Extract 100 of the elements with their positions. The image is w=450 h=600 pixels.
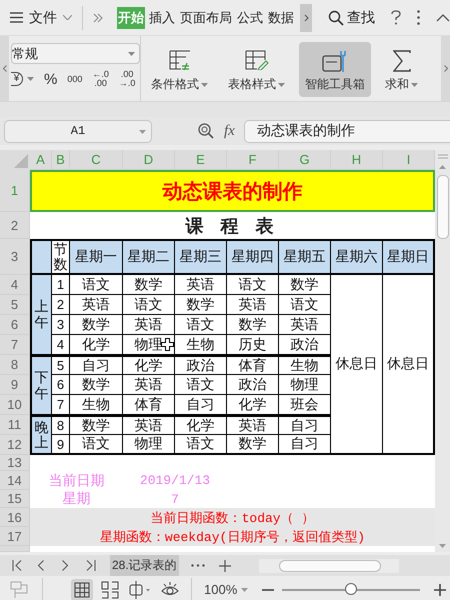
ribbon-tab[interactable]: 页面布局 (179, 6, 233, 28)
column-header[interactable]: B (52, 150, 70, 170)
row-header[interactable]: 11 (0, 415, 30, 435)
column-header[interactable]: G (279, 150, 331, 170)
zoom-slider-thumb[interactable] (345, 582, 358, 594)
more-icon[interactable] (417, 10, 420, 25)
row-header[interactable]: 14 (0, 471, 30, 490)
formula-field[interactable]: 动态课表的制作 (244, 120, 450, 142)
row-header[interactable]: 9 (0, 375, 30, 395)
table-cell: 自习 (279, 435, 331, 455)
previous-sheet-icon[interactable] (38, 560, 44, 571)
row-header[interactable]: 12 (0, 435, 30, 455)
menu-icon[interactable] (10, 12, 23, 23)
row-header[interactable]: 16 (0, 508, 30, 527)
zoom-in-icon[interactable] (434, 584, 446, 596)
row-header[interactable]: 7 (0, 335, 30, 355)
table-style-icon[interactable] (244, 50, 268, 70)
double-chevron-icon[interactable] (93, 12, 103, 22)
caret-icon[interactable] (411, 82, 418, 86)
row-header[interactable]: 3 (0, 239, 30, 275)
ribbon-tab[interactable]: 公式 (236, 6, 264, 28)
help-icon[interactable] (391, 10, 401, 25)
more-sheets-icon[interactable] (190, 564, 205, 567)
percent-button[interactable]: % (44, 72, 58, 87)
ribbon-tool-button[interactable]: 表格样式 (222, 42, 291, 97)
horizontal-scrollbar[interactable] (258, 558, 399, 572)
table-cell (30, 239, 52, 275)
row-header[interactable]: 10 (0, 395, 30, 415)
formula-note: 当前日期函数：today（ ） (30, 508, 435, 527)
caret-icon[interactable] (201, 82, 208, 86)
currency-button[interactable]: ¥ (11, 72, 23, 86)
column-header[interactable]: A (30, 150, 52, 170)
chevron-right-icon[interactable] (304, 14, 308, 22)
column-header[interactable]: D (123, 150, 175, 170)
row-header[interactable]: 8 (0, 355, 30, 375)
last-sheet-icon[interactable] (86, 560, 96, 571)
table-cell: 数学 (175, 295, 227, 315)
table-cell: 3 (52, 315, 70, 335)
next-sheet-icon[interactable] (62, 560, 68, 571)
ribbon-tool-button[interactable]: 智能工具箱 (299, 42, 371, 97)
table-cell: 政治 (227, 375, 279, 395)
table-heading: 课 程 表 (184, 214, 280, 238)
conditional-format-icon[interactable] (168, 50, 190, 70)
caret-icon[interactable] (278, 82, 285, 86)
table-cell: 英语 (175, 275, 227, 295)
table-cell: 8 (52, 415, 70, 435)
insert-function-label[interactable]: fx (224, 122, 235, 140)
table-cell: 英语 (123, 315, 175, 335)
row-header[interactable]: 6 (0, 315, 30, 335)
scroll-right-icon[interactable] (444, 65, 448, 72)
row-header[interactable]: 13 (0, 455, 30, 471)
table-cell: 化学 (70, 335, 123, 355)
normal-view-icon[interactable] (71, 578, 93, 600)
zoom-dropdown[interactable]: 100% (204, 582, 248, 597)
column-header[interactable]: F (227, 150, 279, 170)
more-tabs-button[interactable] (300, 4, 312, 32)
chevron-down-icon[interactable] (63, 15, 72, 20)
table-cell: 自习 (279, 415, 331, 435)
split-handle-icon[interactable] (438, 154, 448, 159)
name-box[interactable]: A1 (4, 120, 152, 142)
row-header[interactable]: 1 (0, 170, 30, 212)
row-header[interactable]: 15 (0, 490, 30, 508)
column-header[interactable]: I (383, 150, 435, 170)
collapse-icon[interactable] (436, 14, 450, 22)
ribbon-tab[interactable]: 插入 (148, 6, 176, 28)
decimal-places-button[interactable]: .00 →.0 (118, 70, 136, 89)
row-header[interactable]: 2 (0, 212, 30, 239)
row-header[interactable]: 5 (0, 295, 30, 315)
caret-icon[interactable] (128, 52, 135, 56)
sum-icon[interactable] (392, 50, 410, 72)
ribbon-tool-button[interactable]: 求和 (379, 42, 424, 97)
info-label: 星期 (62, 490, 92, 508)
thousands-separator-button[interactable]: 000 (67, 74, 82, 84)
caret-icon[interactable] (27, 77, 34, 82)
number-format-dropdown[interactable]: 常规 (11, 43, 140, 64)
search-icon[interactable] (328, 10, 344, 26)
info-label: 当前日期 (48, 471, 106, 490)
ribbon-tool-button[interactable]: 条件格式 (145, 42, 214, 97)
page-break-view-icon[interactable] (101, 580, 119, 598)
table-cell: 生物 (70, 395, 123, 415)
add-sheet-icon[interactable] (218, 560, 231, 572)
row-header[interactable]: 4 (0, 275, 30, 295)
sheet-tab[interactable]: 28.记录表的 (110, 555, 179, 576)
table-cell: 星期六 (331, 239, 383, 275)
file-menu[interactable]: 文件 (10, 8, 72, 26)
first-sheet-icon[interactable] (12, 560, 22, 571)
scroll-left-icon[interactable] (2, 65, 6, 72)
zoom-formula-icon[interactable] (198, 123, 214, 139)
toolbox-icon[interactable] (322, 50, 348, 74)
search-button[interactable]: 查找 (328, 8, 375, 26)
eye-icon[interactable] (161, 582, 179, 598)
column-header[interactable]: C (70, 150, 123, 170)
ribbon-tab[interactable]: 数据 (267, 6, 295, 28)
decimal-places-button[interactable]: ←.0 .00 (92, 70, 109, 89)
table-cell: 数学 (70, 375, 123, 395)
column-header[interactable]: H (331, 150, 383, 170)
ribbon-tab[interactable]: 开始 (117, 6, 145, 28)
row-header[interactable]: 17 (0, 527, 30, 546)
scrollbar-thumb[interactable] (436, 175, 448, 239)
column-header[interactable]: E (175, 150, 227, 170)
